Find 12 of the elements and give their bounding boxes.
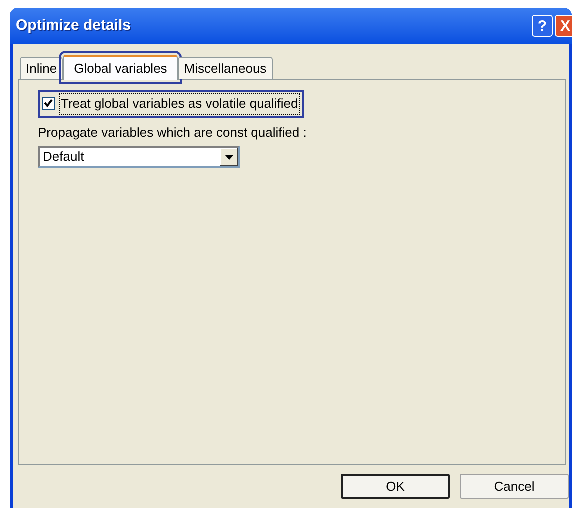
close-button[interactable]: X [555,15,572,37]
checkbox[interactable] [42,97,55,110]
cancel-button[interactable]: Cancel [460,474,569,499]
dropdown-arrow-icon [224,154,234,160]
ok-button[interactable]: OK [341,474,450,499]
window-title: Optimize details [16,16,132,36]
tab[interactable]: Miscellaneous [178,57,273,79]
propagate-label: Propagate variables which are const qualified : [38,124,308,142]
help-button[interactable]: ? [532,15,553,37]
propagate-dropdown[interactable]: Default [38,146,240,168]
check-icon [44,99,53,108]
tab[interactable]: Inline [20,57,64,79]
